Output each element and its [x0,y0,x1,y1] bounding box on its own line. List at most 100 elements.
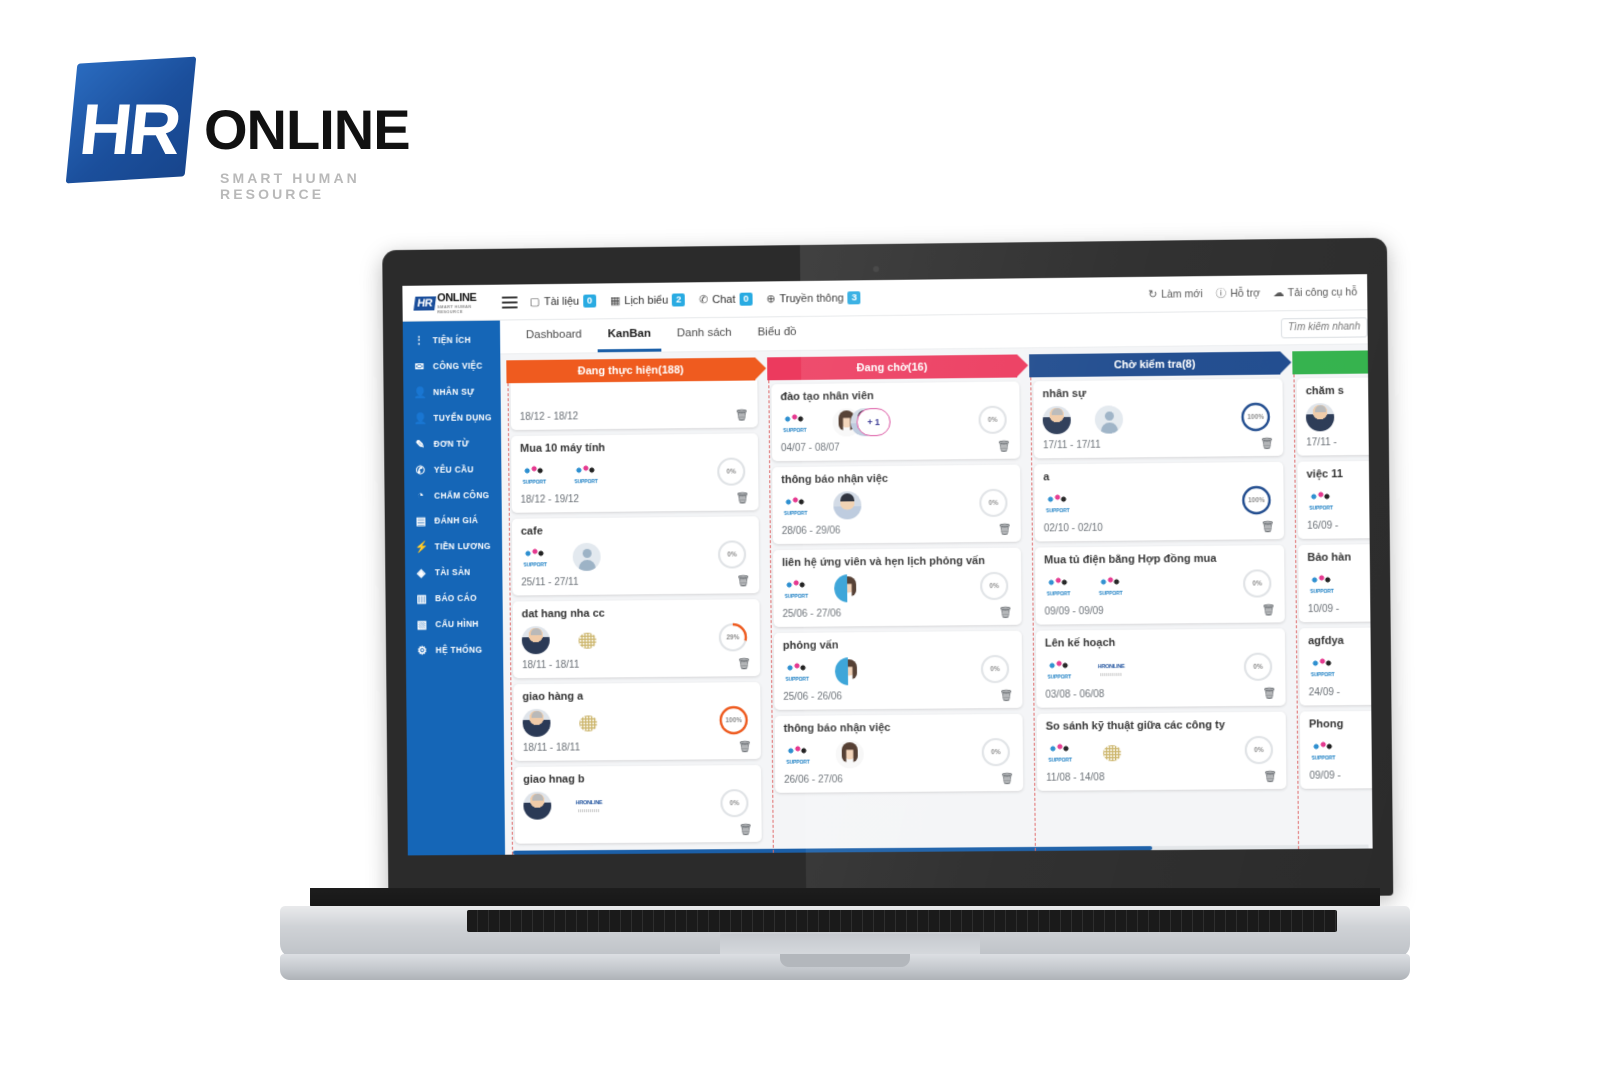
card-title: nhân sự [1042,386,1273,401]
kanban-card[interactable]: agfdya 24/09 -🗑 [1299,626,1373,706]
kanban-card[interactable]: a 100% 02/10 - 02/10 🗑 [1034,462,1284,542]
kanban-card[interactable]: thông báo nhận việc 0% 26/06 - 27/06 🗑 [775,714,1024,793]
sidebar-item-6[interactable]: ◔ CHẤM CÔNG [404,482,501,508]
laptop-keyboard [467,910,1337,932]
column-cards[interactable]: đào tạo nhân viên+10%04/07 - 08/07🗑thông… [768,377,1034,852]
delete-icon[interactable]: 🗑 [1263,770,1277,783]
delete-icon[interactable]: 🗑 [1000,772,1014,785]
kanban-card[interactable]: phỏng vấn 0% 25/06 - 26/06 🗑 [774,631,1023,710]
card-avatars: 100% [523,705,752,739]
nav-badge: 0 [583,294,596,307]
nav-item-truyen-thong[interactable]: ⊕ Truyền thông 3 [766,291,861,305]
delete-icon[interactable]: 🗑 [997,440,1011,453]
topbar-actions: ↻ Làm mới ⓘ Hỗ trợ ☁ Tải công cụ hỗ [1148,284,1359,302]
delete-icon[interactable]: 🗑 [1261,520,1275,533]
kanban-card[interactable]: dat hang nha cc 29% 18/11 - 18/11 🗑 [513,599,761,678]
sidebar-item-3[interactable]: 👤 TUYỂN DỤNG [404,404,501,431]
sidebar-item-label: TÀI SẢN [435,567,471,577]
tab-dashboard[interactable]: Dashboard [516,320,592,353]
kanban-card[interactable]: Mua 10 máy tính 0% 18/12 - 19/12 🗑 [511,433,759,512]
kanban-card[interactable]: giao hàng a 100% 18/11 - 18/11 🗑 [513,682,761,761]
nav-item-tai-lieu[interactable]: ▢ Tài liệu 0 [530,294,597,308]
info-icon: ⓘ [1216,286,1227,301]
sidebar-item-8[interactable]: ⚡ TIỀN LƯƠNG [405,533,502,560]
delete-icon[interactable]: 🗑 [1262,687,1276,700]
user-icon: 👤 [413,386,426,399]
kanban-card[interactable]: Lên kế hoạch 0% 03/08 - 06/08 🗑 [1036,628,1286,707]
tab-danh-sach[interactable]: Danh sách [667,318,742,351]
search-input[interactable] [1281,317,1368,338]
card-title: dat hang nha cc [522,606,751,620]
card-footer: 25/11 - 27/11 🗑 [521,574,750,589]
avatar-stack: +1 [832,408,880,437]
avatar-more[interactable]: +1 [856,408,890,436]
kanban-card[interactable]: Phong 09/09 -🗑 [1300,709,1373,788]
column-cards[interactable]: nhân sự 100% 17/11 - 17/11 🗑 a 100% 02/10 - 02… [1030,374,1297,851]
nav-item-lich-bieu[interactable]: ▦ Lịch biểu 2 [610,293,685,307]
kanban-card[interactable]: Bảo hàn 10/09 -🗑 [1298,543,1372,623]
sidebar-item-11[interactable]: ▧ CẤU HÌNH [405,611,502,638]
sidebar-item-5[interactable]: ✆ YÊU CẦU [404,456,501,483]
kanban-card[interactable]: So sánh kỹ thuật giữa các công ty 0% 11/08… [1037,712,1287,791]
card-date: 04/07 - 08/07 [781,442,840,454]
document-icon: ▢ [530,295,540,308]
card-partial[interactable]: 18/12 - 18/12 🗑 [510,380,757,430]
sidebar-item-0[interactable]: ⋮ TIỆN ÍCH [403,327,500,354]
tab-kanban[interactable]: KanBan [598,319,661,352]
kanban-card[interactable]: liên hệ ứng viên và hẹn lịch phỏng vấn 0%… [773,548,1022,627]
kanban-card[interactable]: thông báo nhận việc 0% 28/06 - 29/06 🗑 [772,465,1021,545]
kanban-card[interactable]: nhân sự 100% 17/11 - 17/11 🗑 [1033,379,1283,459]
avatar [1308,653,1336,681]
action-lam-moi[interactable]: ↻ Làm mới [1148,288,1203,301]
kanban-card[interactable]: chăm s 17/11 -🗑 [1297,376,1373,456]
column-header: Đang chờ(16) [767,354,1017,380]
delete-icon[interactable]: 🗑 [1262,603,1276,616]
webcam-icon [873,266,879,272]
delete-icon[interactable]: 🗑 [1260,437,1274,450]
kanban-card[interactable]: việc 11 16/09 -🗑 [1297,459,1372,539]
card-title: agfdya [1308,633,1373,647]
card-footer: 25/06 - 27/06 🗑 [782,606,1012,621]
avatar [520,461,548,489]
column-header [1292,348,1372,374]
card-footer: 16/09 -🗑 [1307,517,1373,532]
avatar [1097,655,1125,683]
tab-bieu-do[interactable]: Biểu đồ [747,317,806,350]
progress-ring: 0% [1242,651,1275,683]
delete-icon[interactable]: 🗑 [998,523,1012,536]
kanban-card[interactable]: đào tạo nhân viên +1 0% 04/07 - 08/07 🗑 [771,381,1020,461]
kanban-card[interactable]: Mua tủ điện bằng Hợp đồng mua 0% 09/09 - 0… [1035,545,1285,625]
delete-icon[interactable]: 🗑 [998,606,1012,619]
progress-ring: 100% [718,704,750,736]
action-ho-tro[interactable]: ⓘ Hỗ trợ [1216,285,1261,301]
sidebar-item-1[interactable]: ✉ CÔNG VIỆC [403,352,500,379]
sidebar-item-9[interactable]: ◈ TÀI SẢN [405,559,502,586]
card-avatars: 0% [1044,568,1275,602]
clock-icon: ◔ [414,489,427,501]
card-footer: 04/07 - 08/07 🗑 [781,440,1011,455]
delete-icon[interactable]: 🗑 [735,491,749,504]
delete-icon[interactable]: 🗑 [737,657,751,670]
chat-icon: ✆ [699,293,708,306]
column-cards[interactable]: chăm s 17/11 -🗑 việc 11 16/09 -🗑 Bảo hàn 10/0… [1293,371,1372,849]
sidebar-item-2[interactable]: 👤 NHÂN SỰ [403,378,500,405]
column-cards[interactable]: 18/12 - 18/12 🗑 Mua 10 máy tính 0% 18/12 - 1… [508,380,772,854]
sidebar-item-4[interactable]: ✎ ĐƠN TỪ [404,430,501,457]
kanban-card[interactable]: giao hnag b 0% 🗑 [514,765,762,844]
sidebar-item-10[interactable]: ▥ BÁO CÁO [405,585,502,612]
sidebar-item-12[interactable]: ⚙ HỆ THỐNG [406,636,503,663]
app-logo[interactable]: HR ONLINE SMART HUMAN RESOURCE [414,291,496,314]
menu-toggle-icon[interactable] [502,296,518,308]
delete-icon[interactable]: 🗑 [739,823,753,836]
app-logo-online: ONLINE [437,291,477,303]
kanban-card[interactable]: cafe 0% 25/11 - 27/11 🗑 [512,516,760,595]
delete-icon[interactable]: 🗑 [735,409,749,422]
nav-item-chat[interactable]: ✆ Chat 0 [699,293,752,307]
kanban-board[interactable]: Đang thực hiện(188) 18/12 - 18/12 🗑 Mua 10 … [500,344,1372,854]
card-avatars: 29% [522,622,751,656]
delete-icon[interactable]: 🗑 [736,574,750,587]
sidebar-item-7[interactable]: ▤ ĐÁNH GIÁ [404,507,501,534]
delete-icon[interactable]: 🗑 [999,689,1013,702]
action-tai-cong-cu[interactable]: ☁ Tải công cụ hỗ [1273,286,1357,299]
delete-icon[interactable]: 🗑 [738,740,752,753]
